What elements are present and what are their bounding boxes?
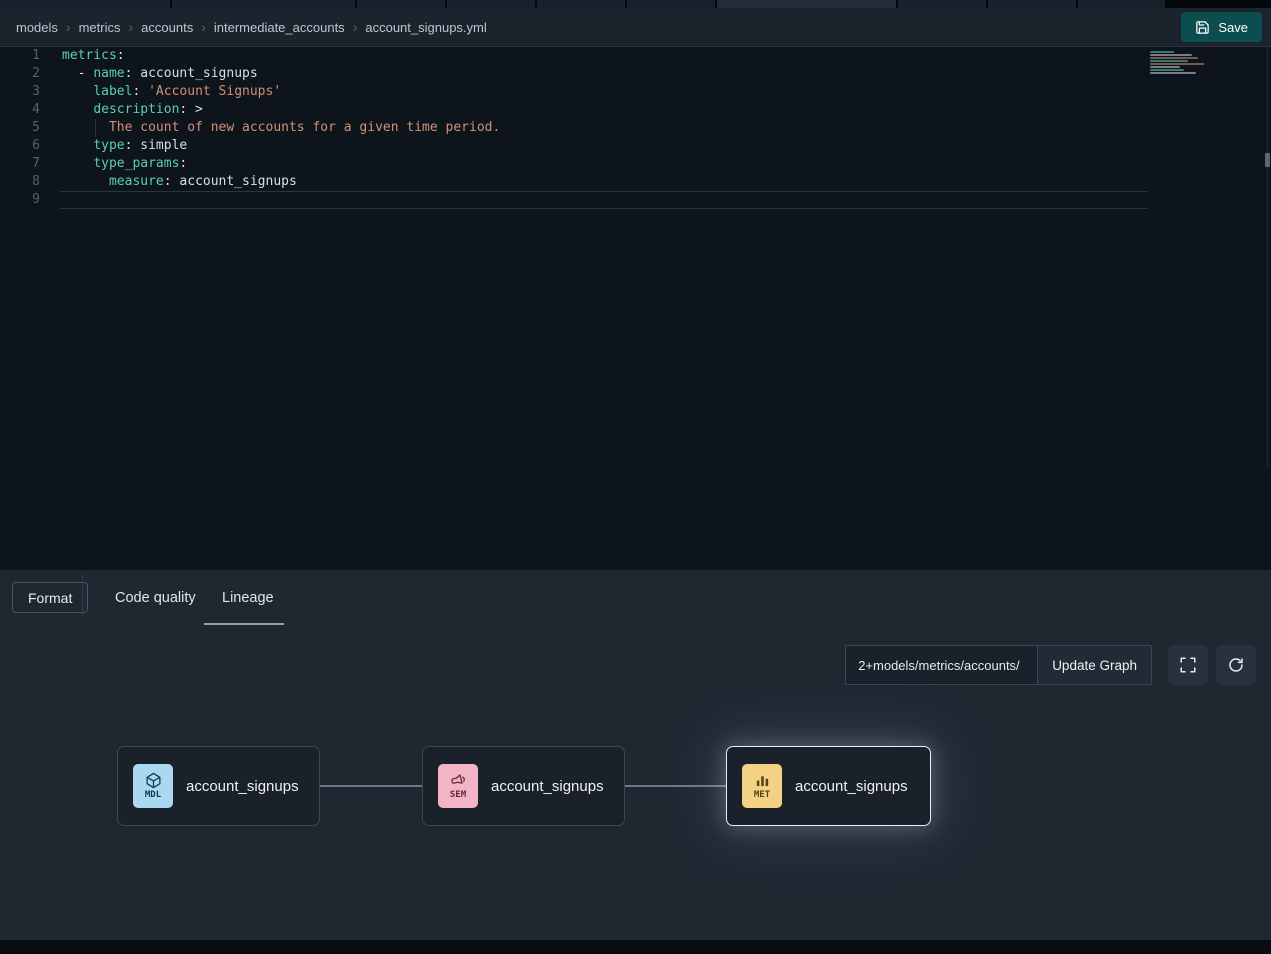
line-number: 6 bbox=[0, 137, 40, 155]
code-text: type: simple bbox=[62, 137, 187, 155]
editor-tab[interactable] bbox=[357, 0, 445, 8]
editor-tab[interactable] bbox=[1078, 0, 1165, 8]
node-type-badge: MDL bbox=[145, 790, 161, 800]
code-text: The count of new accounts for a given ti… bbox=[62, 119, 500, 137]
editor-tab[interactable] bbox=[0, 0, 170, 8]
breadcrumb: models › metrics › accounts › intermedia… bbox=[16, 19, 487, 35]
node-type-badge: MET bbox=[754, 790, 770, 800]
editor-tab[interactable] bbox=[627, 0, 715, 8]
breadcrumb-item[interactable]: metrics bbox=[79, 20, 121, 35]
editor-tab[interactable] bbox=[898, 0, 986, 8]
line-number: 1 bbox=[0, 47, 40, 65]
code-text: metrics: bbox=[62, 47, 125, 65]
code-text: measure: account_signups bbox=[62, 173, 297, 191]
code-line[interactable]: 5 The count of new accounts for a given … bbox=[0, 119, 1271, 137]
minimap-line bbox=[1150, 60, 1188, 62]
bottom-status-strip bbox=[0, 940, 1271, 954]
minimap-line bbox=[1150, 57, 1198, 59]
chevron-right-icon: › bbox=[66, 19, 71, 35]
line-number: 7 bbox=[0, 155, 40, 173]
save-button-label: Save bbox=[1218, 20, 1248, 35]
minimap-line bbox=[1150, 54, 1192, 56]
code-editor[interactable]: 1 metrics: 2 - name: account_signups 3 l… bbox=[0, 47, 1271, 570]
minimap-line bbox=[1150, 63, 1204, 65]
editor-tab[interactable] bbox=[447, 0, 535, 8]
code-line[interactable]: 1 metrics: bbox=[0, 47, 1271, 65]
editor-tab[interactable] bbox=[172, 0, 355, 8]
code-text: type_params: bbox=[62, 155, 187, 173]
code-line[interactable]: 6 type: simple bbox=[0, 137, 1271, 155]
save-button[interactable]: Save bbox=[1181, 12, 1262, 42]
minimap-line bbox=[1150, 69, 1184, 71]
editor-tab-strip bbox=[0, 0, 1271, 8]
line-number: 4 bbox=[0, 101, 40, 119]
code-line[interactable]: 3 label: 'Account Signups' bbox=[0, 83, 1271, 101]
model-node-badge: MDL bbox=[133, 764, 173, 808]
metric-node-badge: MET bbox=[742, 764, 782, 808]
bar-chart-icon bbox=[754, 772, 771, 789]
breadcrumb-item[interactable]: intermediate_accounts bbox=[214, 20, 345, 35]
editor-tab[interactable] bbox=[537, 0, 625, 8]
lineage-node-metric-selected[interactable]: MET account_signups bbox=[726, 746, 931, 826]
code-line[interactable]: 2 - name: account_signups bbox=[0, 65, 1271, 83]
breadcrumb-item-current[interactable]: account_signups.yml bbox=[365, 20, 486, 35]
save-icon bbox=[1195, 20, 1210, 35]
line-number: 3 bbox=[0, 83, 40, 101]
line-number: 9 bbox=[0, 191, 40, 209]
ide-window: models › metrics › accounts › intermedia… bbox=[0, 0, 1271, 954]
line-number: 8 bbox=[0, 173, 40, 191]
lineage-edge bbox=[320, 785, 422, 787]
chevron-right-icon: › bbox=[353, 19, 358, 35]
code-text: label: 'Account Signups' bbox=[62, 83, 281, 101]
code-line[interactable]: 8 measure: account_signups bbox=[0, 173, 1271, 191]
minimap[interactable] bbox=[1148, 50, 1210, 110]
minimap-line bbox=[1150, 66, 1180, 68]
cube-icon bbox=[145, 772, 162, 789]
megaphone-icon bbox=[448, 770, 469, 791]
bottom-panel: Format Code quality Lineage Update Graph bbox=[0, 570, 1271, 954]
breadcrumb-item[interactable]: accounts bbox=[141, 20, 193, 35]
code-line[interactable]: 9 bbox=[0, 191, 1271, 209]
editor-tab-active[interactable] bbox=[717, 0, 896, 8]
code-text: description: > bbox=[62, 101, 203, 119]
chevron-right-icon: › bbox=[128, 19, 133, 35]
node-label: account_signups bbox=[795, 778, 908, 795]
code-line[interactable]: 7 type_params: bbox=[0, 155, 1271, 173]
code-line[interactable]: 4 description: > bbox=[0, 101, 1271, 119]
minimap-line bbox=[1150, 51, 1174, 53]
node-label: account_signups bbox=[491, 778, 604, 795]
chevron-right-icon: › bbox=[201, 19, 206, 35]
node-type-badge: SEM bbox=[450, 790, 466, 800]
code-text: - name: account_signups bbox=[62, 65, 258, 83]
semantic-node-badge: SEM bbox=[438, 764, 478, 808]
lineage-node-semantic-model[interactable]: SEM account_signups bbox=[422, 746, 625, 826]
file-header-bar: models › metrics › accounts › intermedia… bbox=[0, 8, 1271, 47]
editor-tab[interactable] bbox=[988, 0, 1076, 8]
minimap-line bbox=[1150, 72, 1196, 74]
lineage-edge bbox=[625, 785, 726, 787]
lineage-node-model[interactable]: MDL account_signups bbox=[117, 746, 320, 826]
node-label: account_signups bbox=[186, 778, 299, 795]
line-number: 5 bbox=[0, 119, 40, 137]
line-number: 2 bbox=[0, 65, 40, 83]
breadcrumb-item[interactable]: models bbox=[16, 20, 58, 35]
lineage-canvas[interactable]: MDL account_signups SEM account_signups bbox=[0, 570, 1271, 954]
